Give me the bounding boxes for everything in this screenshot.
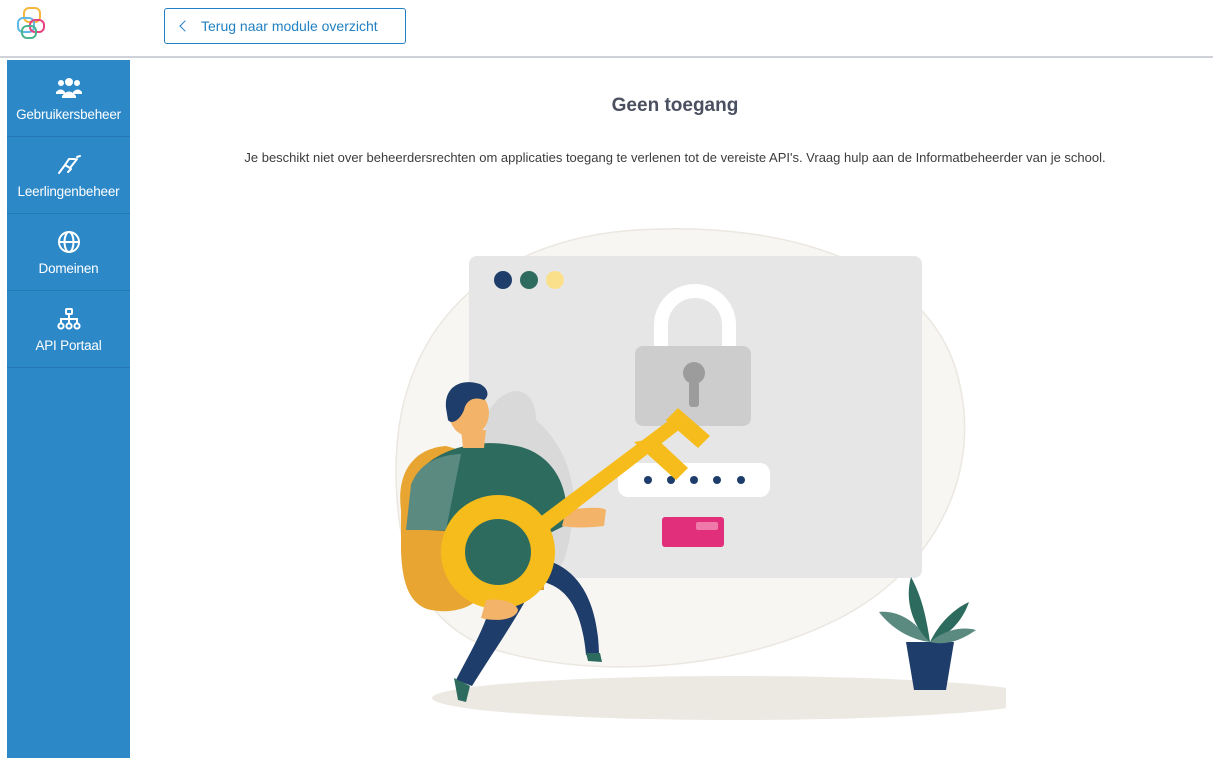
top-bar: Terug naar module overzicht — [0, 0, 1213, 58]
sidebar-item-api-portaal[interactable]: API Portaal — [7, 291, 130, 368]
sitemap-icon — [56, 306, 82, 332]
sidebar-item-domeinen[interactable]: Domeinen — [7, 214, 130, 291]
users-icon — [55, 75, 82, 101]
app-logo[interactable] — [14, 6, 50, 46]
main-content: Geen toegang Je beschikt niet over behee… — [130, 60, 1213, 758]
back-button-label: Terug naar module overzicht — [201, 18, 378, 34]
page-description: Je beschikt niet over beheerdersrechten … — [244, 150, 1106, 165]
sidebar-item-label: Gebruikersbeheer — [16, 106, 121, 122]
handshake-icon — [56, 152, 82, 178]
sidebar-item-leerlingenbeheer[interactable]: Leerlingenbeheer — [7, 137, 130, 214]
sidebar-item-label: Domeinen — [38, 260, 99, 276]
chevron-left-icon — [179, 20, 191, 32]
globe-icon — [56, 229, 82, 255]
sidebar-item-label: API Portaal — [35, 337, 102, 353]
page-title: Geen toegang — [611, 95, 739, 116]
back-to-modules-button[interactable]: Terug naar module overzicht — [164, 8, 406, 44]
no-access-illustration — [395, 228, 1006, 720]
sidebar: Gebruikersbeheer Leerlingenbeheer Domein… — [7, 60, 130, 758]
sidebar-item-label: Leerlingenbeheer — [17, 183, 120, 199]
sidebar-item-gebruikersbeheer[interactable]: Gebruikersbeheer — [7, 60, 130, 137]
